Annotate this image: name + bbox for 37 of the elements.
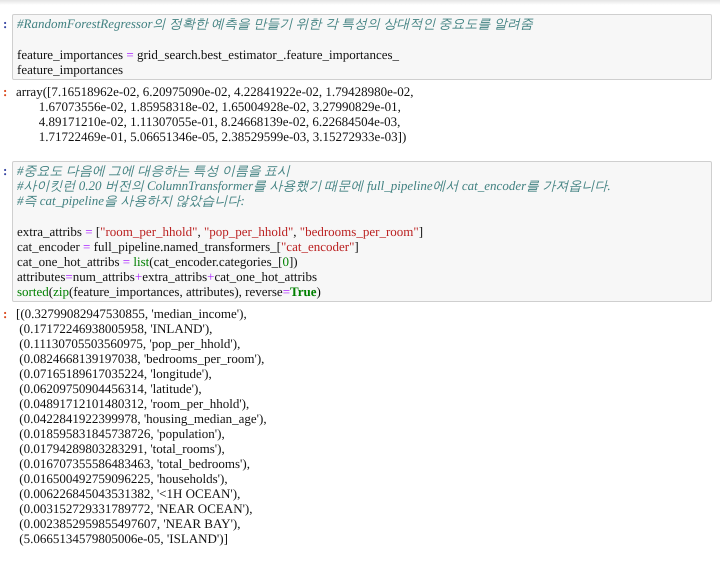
output-line: (0.006226845043531382, '<1H OCEAN'), bbox=[18, 486, 242, 501]
output-line: (0.016500492759096225, 'households'), bbox=[18, 471, 229, 486]
code-line: sorted(zip(feature_importances, attributes), reverse=True) bbox=[17, 284, 322, 299]
code-comment: #RandomForestRegressor의 정확한 예측을 만들기 위한 각 특성의 상대적인 중요도를 알려줌 bbox=[17, 16, 534, 31]
output-prompt: : bbox=[3, 84, 8, 101]
code-line: extra_attribs = ["room_per_hhold", "pop_per_hhold", "bedrooms_per_room"] bbox=[17, 224, 424, 239]
input-prompt: : bbox=[3, 162, 8, 180]
output-line: (0.11130705503560975, 'pop_per_hhold'), bbox=[18, 336, 242, 351]
output-line: array([7.16518962e-02, 6.20975090e-02, 4.22841922e-02, 1.79428980e-02, bbox=[16, 84, 415, 99]
code-line: feature_importances = grid_search.best_estimator_.feature_importances_ bbox=[17, 47, 400, 62]
code-input-area[interactable] bbox=[12, 161, 712, 302]
input-prompt: : bbox=[3, 15, 8, 33]
output-line: (0.01794289803283291, 'total_rooms'), bbox=[18, 441, 226, 456]
output-line: 1.67073556e-02, 1.85958318e-02, 1.65004928e-02, 3.27990829e-01, bbox=[38, 99, 402, 114]
output-line: (0.018595831845738726, 'population'), bbox=[18, 426, 226, 441]
output-line: [(0.32799082947530855, 'median_income'), bbox=[16, 306, 248, 321]
code-comment: #즉 cat_pipeline을 사용하지 않았습니다: bbox=[17, 193, 246, 208]
output-line: (0.0824668139197038, 'bedrooms_per_room'), bbox=[18, 351, 266, 366]
code-input-area[interactable]: #RandomForestRegressor의 정확한 예측을 만들기 위한 각 특성의 상대적인 중요도를 알려줌 feature_importances = grid_search.best_estimator_.feature_importances_ feature_importances bbox=[12, 14, 712, 80]
output-line: (0.0023852959855497607, 'NEAR BAY'), bbox=[18, 516, 242, 531]
code-comment: #사이킷런 0.20 버전의 ColumnTransformer를 사용했기 때문에 full_pipeline에서 cat_encoder를 가져옵니다. bbox=[17, 178, 612, 193]
output-line: (0.06209750904456314, 'latitude'), bbox=[18, 381, 203, 396]
output-prompt: : bbox=[3, 306, 8, 323]
code-line: cat_encoder = full_pipeline.named_transformers_["cat_encoder"] bbox=[17, 239, 360, 254]
code-comment: #중요도 다음에 그에 대응하는 특성 이름을 표시 bbox=[17, 163, 292, 178]
output-line: (0.003152729331789772, 'NEAR OCEAN'), bbox=[18, 501, 254, 516]
code-line: attributes=num_attribs+extra_attribs+cat_one_hot_attribs bbox=[17, 269, 318, 284]
code-line: feature_importances bbox=[17, 62, 124, 77]
output-line: (0.0422841922399978, 'housing_median_age'), bbox=[18, 411, 268, 426]
output-line: 1.71722469e-01, 5.06651346e-05, 2.38529599e-03, 3.15272933e-03]) bbox=[38, 129, 408, 144]
code-line: cat_one_hot_attribs = list(cat_encoder.categories_[0]) bbox=[17, 254, 299, 269]
output-line: (0.04891712101480312, 'room_per_hhold'), bbox=[18, 396, 250, 411]
output-line: (0.016707355586483463, 'total_bedrooms'), bbox=[18, 456, 251, 471]
output-line: (5.0665134579805006e-05, 'ISLAND')] bbox=[18, 531, 229, 546]
output-line: 4.89171210e-02, 1.11307055e-01, 8.24668139e-02, 6.22684504e-03, bbox=[38, 114, 402, 129]
output-line: (0.17172246938005958, 'INLAND'), bbox=[18, 321, 214, 336]
output-line: (0.07165189617035224, 'longitude'), bbox=[18, 366, 213, 381]
